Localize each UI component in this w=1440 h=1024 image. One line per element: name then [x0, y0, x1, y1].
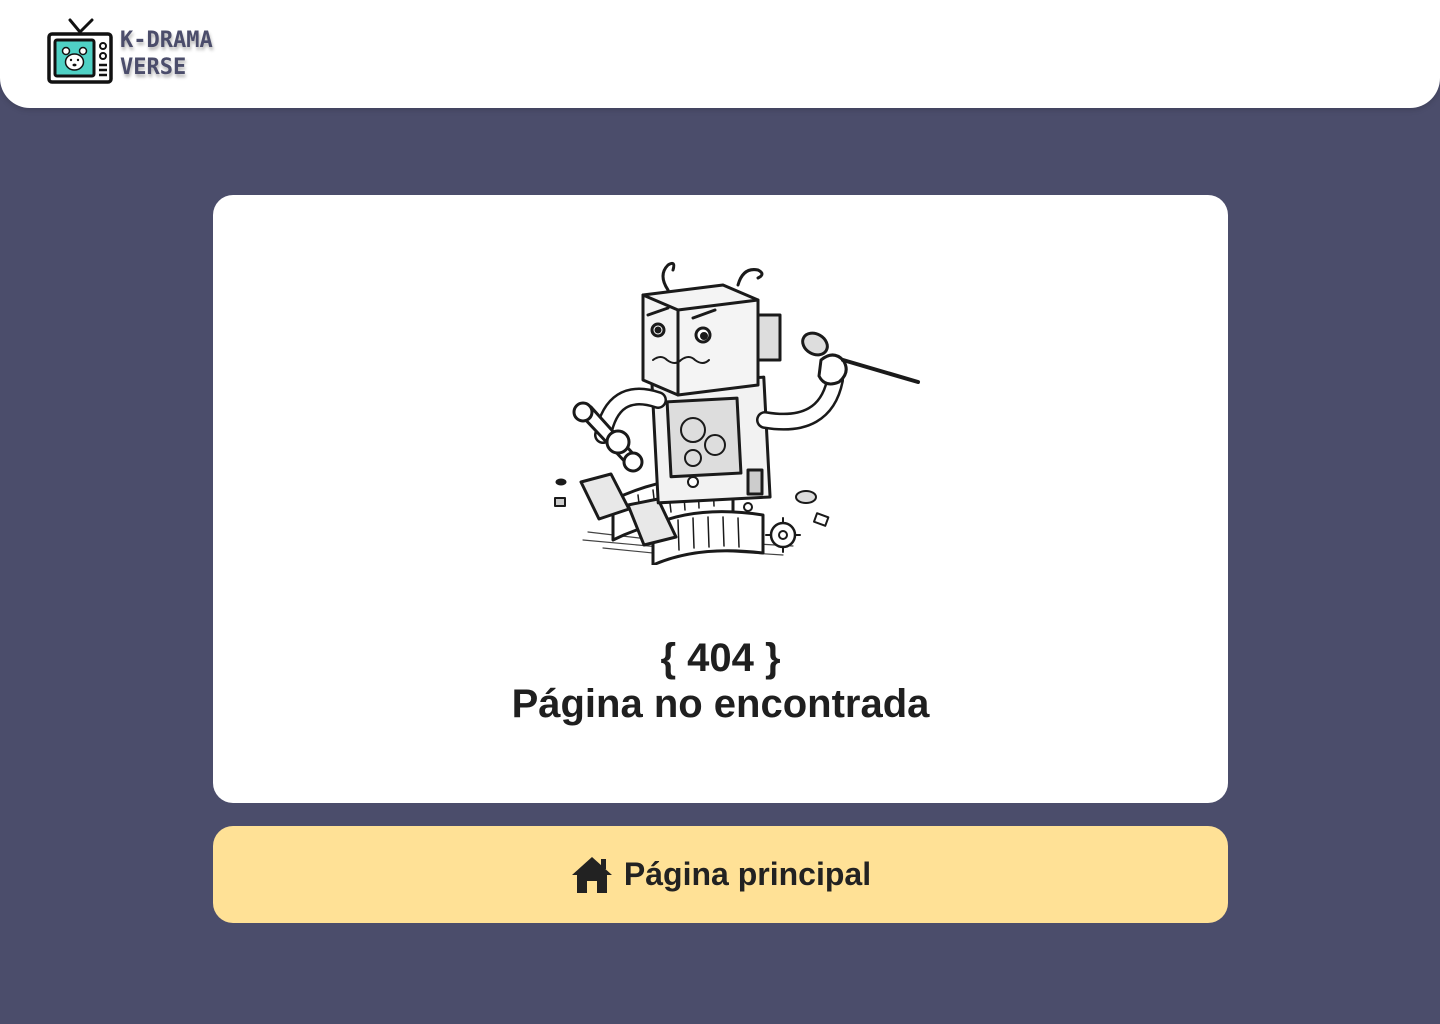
- tv-icon: [47, 18, 113, 84]
- site-header: K-DRAMA VERSE: [0, 0, 1440, 108]
- site-logo[interactable]: K-DRAMA VERSE: [46, 18, 213, 86]
- home-icon: [571, 856, 612, 893]
- logo-line-1: K-DRAMA: [120, 28, 213, 53]
- logo-line-2: VERSE: [120, 55, 187, 80]
- error-code: { 404 }: [660, 636, 781, 680]
- home-button[interactable]: Página principal: [213, 826, 1228, 923]
- logo-wordmark: K-DRAMA VERSE: [120, 27, 213, 81]
- broken-robot-illustration: [554, 261, 920, 565]
- error-card: { 404 } Página no encontrada: [213, 195, 1228, 803]
- error-message: Página no encontrada: [511, 682, 930, 726]
- home-button-label: Página principal: [623, 856, 872, 892]
